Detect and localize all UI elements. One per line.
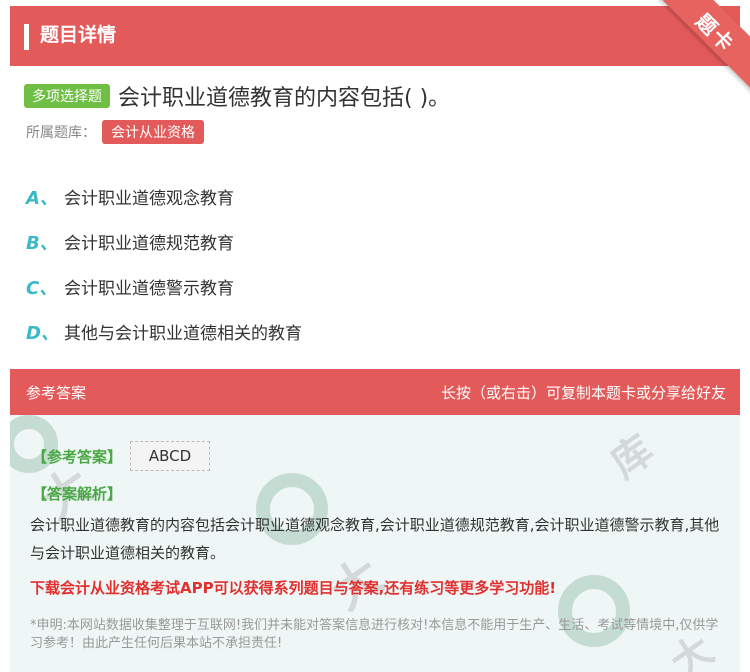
answer-value: ABCD [130, 441, 211, 471]
question-text: 会计职业道德教育的内容包括( )。 [118, 86, 451, 111]
option-a[interactable]: A、 会计职业道德观念教育 [26, 174, 302, 219]
question-bank-line: 所属题库： 会计从业资格 [26, 120, 204, 144]
watermark: 库 [602, 426, 662, 488]
app-promo-link[interactable]: 下载会计从业资格考试APP可以获得系列题目与答案,还有练习等更多学习功能! [30, 577, 556, 598]
option-letter: C、 [26, 277, 58, 299]
option-letter: A、 [26, 187, 58, 209]
answer-key-row: 【参考答案】 ABCD [32, 441, 211, 471]
answer-section-title: 参考答案 [26, 384, 87, 402]
answer-section-header: 参考答案 长按（或右击）可复制本题卡或分享给好友 [10, 369, 740, 415]
option-letter: B、 [26, 232, 58, 254]
option-letter: D、 [26, 322, 59, 344]
option-c[interactable]: C、 会计职业道德警示教育 [26, 264, 302, 309]
analysis-label: 【答案解析】 [32, 485, 123, 503]
option-d[interactable]: D、 其他与会计职业道德相关的教育 [26, 309, 302, 354]
question-line: 多项选择题 会计职业道德教育的内容包括( )。 [24, 80, 450, 112]
question-type-tag: 多项选择题 [24, 84, 110, 108]
bank-label: 所属题库： [26, 125, 96, 141]
option-b[interactable]: B、 会计职业道德规范教育 [26, 219, 302, 264]
header-accent-bar [24, 24, 29, 50]
disclaimer-text: *申明:本网站数据收集整理于互联网!我们并未能对答案信息进行核对!本信息不能用于… [30, 618, 719, 651]
page-header: 题目详情 [10, 6, 740, 66]
answer-section-body: 大 大 库 大 【参考答案】 ABCD 【答案解析】 会计职业道德教育的内容包括… [10, 415, 740, 672]
option-text: 会计职业道德警示教育 [64, 279, 234, 299]
share-hint: 长按（或右击）可复制本题卡或分享给好友 [440, 384, 726, 402]
page-title: 题目详情 [40, 24, 117, 46]
option-list: A、 会计职业道德观念教育 B、 会计职业道德规范教育 C、 会计职业道德警示教… [26, 174, 302, 354]
option-text: 会计职业道德规范教育 [64, 234, 234, 254]
option-text: 其他与会计职业道德相关的教育 [64, 324, 302, 344]
answer-label: 【参考答案】 [32, 447, 123, 466]
option-text: 会计职业道德观念教育 [64, 189, 234, 209]
bank-tag[interactable]: 会计从业资格 [102, 120, 204, 144]
analysis-text: 会计职业道德教育的内容包括会计职业道德观念教育,会计职业道德规范教育,会计职业道… [30, 516, 720, 562]
